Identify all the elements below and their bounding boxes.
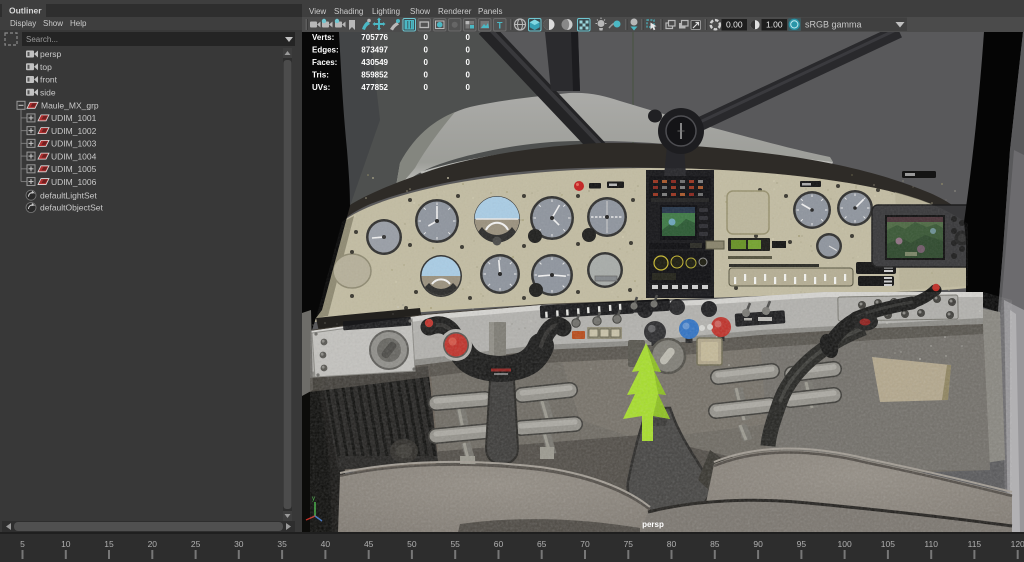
svg-text:705776: 705776	[361, 33, 388, 42]
svg-text:25: 25	[191, 539, 201, 549]
svg-text:Lighting: Lighting	[372, 7, 400, 16]
svg-text:40: 40	[321, 539, 331, 549]
svg-text:0: 0	[466, 58, 471, 67]
svg-text:UDIM_1006: UDIM_1006	[51, 177, 97, 187]
svg-text:UDIM_1004: UDIM_1004	[51, 151, 97, 161]
svg-text:Show: Show	[43, 19, 63, 28]
svg-text:859852: 859852	[361, 71, 388, 80]
svg-text:5: 5	[20, 539, 25, 549]
svg-text:65: 65	[537, 539, 547, 549]
svg-text:477852: 477852	[361, 83, 388, 92]
svg-text:0: 0	[466, 33, 471, 42]
svg-text:15: 15	[104, 539, 114, 549]
svg-text:1.00: 1.00	[766, 20, 783, 30]
svg-text:front: front	[40, 75, 58, 85]
svg-text:20: 20	[148, 539, 158, 549]
svg-text:105: 105	[881, 539, 895, 549]
svg-text:defaultLightSet: defaultLightSet	[40, 190, 97, 200]
svg-text:0: 0	[424, 71, 429, 80]
svg-text:90: 90	[753, 539, 763, 549]
svg-text:0: 0	[466, 46, 471, 55]
svg-text:0: 0	[424, 83, 429, 92]
svg-text:0: 0	[466, 83, 471, 92]
svg-text:55: 55	[450, 539, 460, 549]
svg-text:Maule_MX_grp: Maule_MX_grp	[41, 101, 99, 111]
svg-text:0: 0	[424, 33, 429, 42]
svg-text:Help: Help	[70, 19, 87, 28]
svg-text:110: 110	[924, 539, 938, 549]
svg-text:persp: persp	[642, 520, 664, 529]
svg-text:30: 30	[234, 539, 244, 549]
svg-text:T: T	[497, 21, 503, 31]
svg-text:Edges:: Edges:	[312, 46, 339, 55]
svg-text:60: 60	[494, 539, 504, 549]
svg-text:85: 85	[710, 539, 720, 549]
svg-text:UVs:: UVs:	[312, 83, 330, 92]
svg-text:50: 50	[407, 539, 417, 549]
svg-text:persp: persp	[40, 49, 62, 59]
svg-text:Panels: Panels	[478, 7, 502, 16]
svg-text:0: 0	[424, 58, 429, 67]
svg-text:UDIM_1001: UDIM_1001	[51, 113, 97, 123]
svg-text:Tris:: Tris:	[312, 71, 329, 80]
svg-text:Search...: Search...	[26, 35, 58, 44]
svg-text:top: top	[40, 62, 52, 72]
svg-text:UDIM_1003: UDIM_1003	[51, 139, 97, 149]
svg-text:0: 0	[466, 71, 471, 80]
svg-text:873497: 873497	[361, 46, 388, 55]
svg-text:UDIM_1002: UDIM_1002	[51, 126, 97, 136]
svg-text:35: 35	[277, 539, 287, 549]
svg-text:10: 10	[61, 539, 71, 549]
svg-text:Show: Show	[410, 7, 430, 16]
svg-text:45: 45	[364, 539, 374, 549]
svg-text:0.00: 0.00	[726, 20, 743, 30]
svg-text:75: 75	[624, 539, 634, 549]
svg-text:100: 100	[838, 539, 852, 549]
svg-text:View: View	[309, 7, 326, 16]
svg-text:sRGB gamma: sRGB gamma	[805, 20, 862, 30]
svg-text:defaultObjectSet: defaultObjectSet	[40, 203, 103, 213]
svg-text:Faces:: Faces:	[312, 58, 337, 67]
svg-text:Verts:: Verts:	[312, 33, 334, 42]
svg-text:430549: 430549	[361, 58, 388, 67]
svg-text:Display: Display	[10, 19, 36, 28]
svg-text:80: 80	[667, 539, 677, 549]
svg-text:115: 115	[968, 539, 982, 549]
svg-text:side: side	[40, 88, 56, 98]
svg-text:Shading: Shading	[334, 7, 363, 16]
svg-text:Outliner: Outliner	[9, 6, 42, 16]
svg-text:0: 0	[424, 46, 429, 55]
svg-text:UDIM_1005: UDIM_1005	[51, 164, 97, 174]
svg-text:120: 120	[1011, 539, 1024, 549]
svg-text:70: 70	[580, 539, 590, 549]
svg-text:Renderer: Renderer	[438, 7, 472, 16]
svg-text:95: 95	[797, 539, 807, 549]
